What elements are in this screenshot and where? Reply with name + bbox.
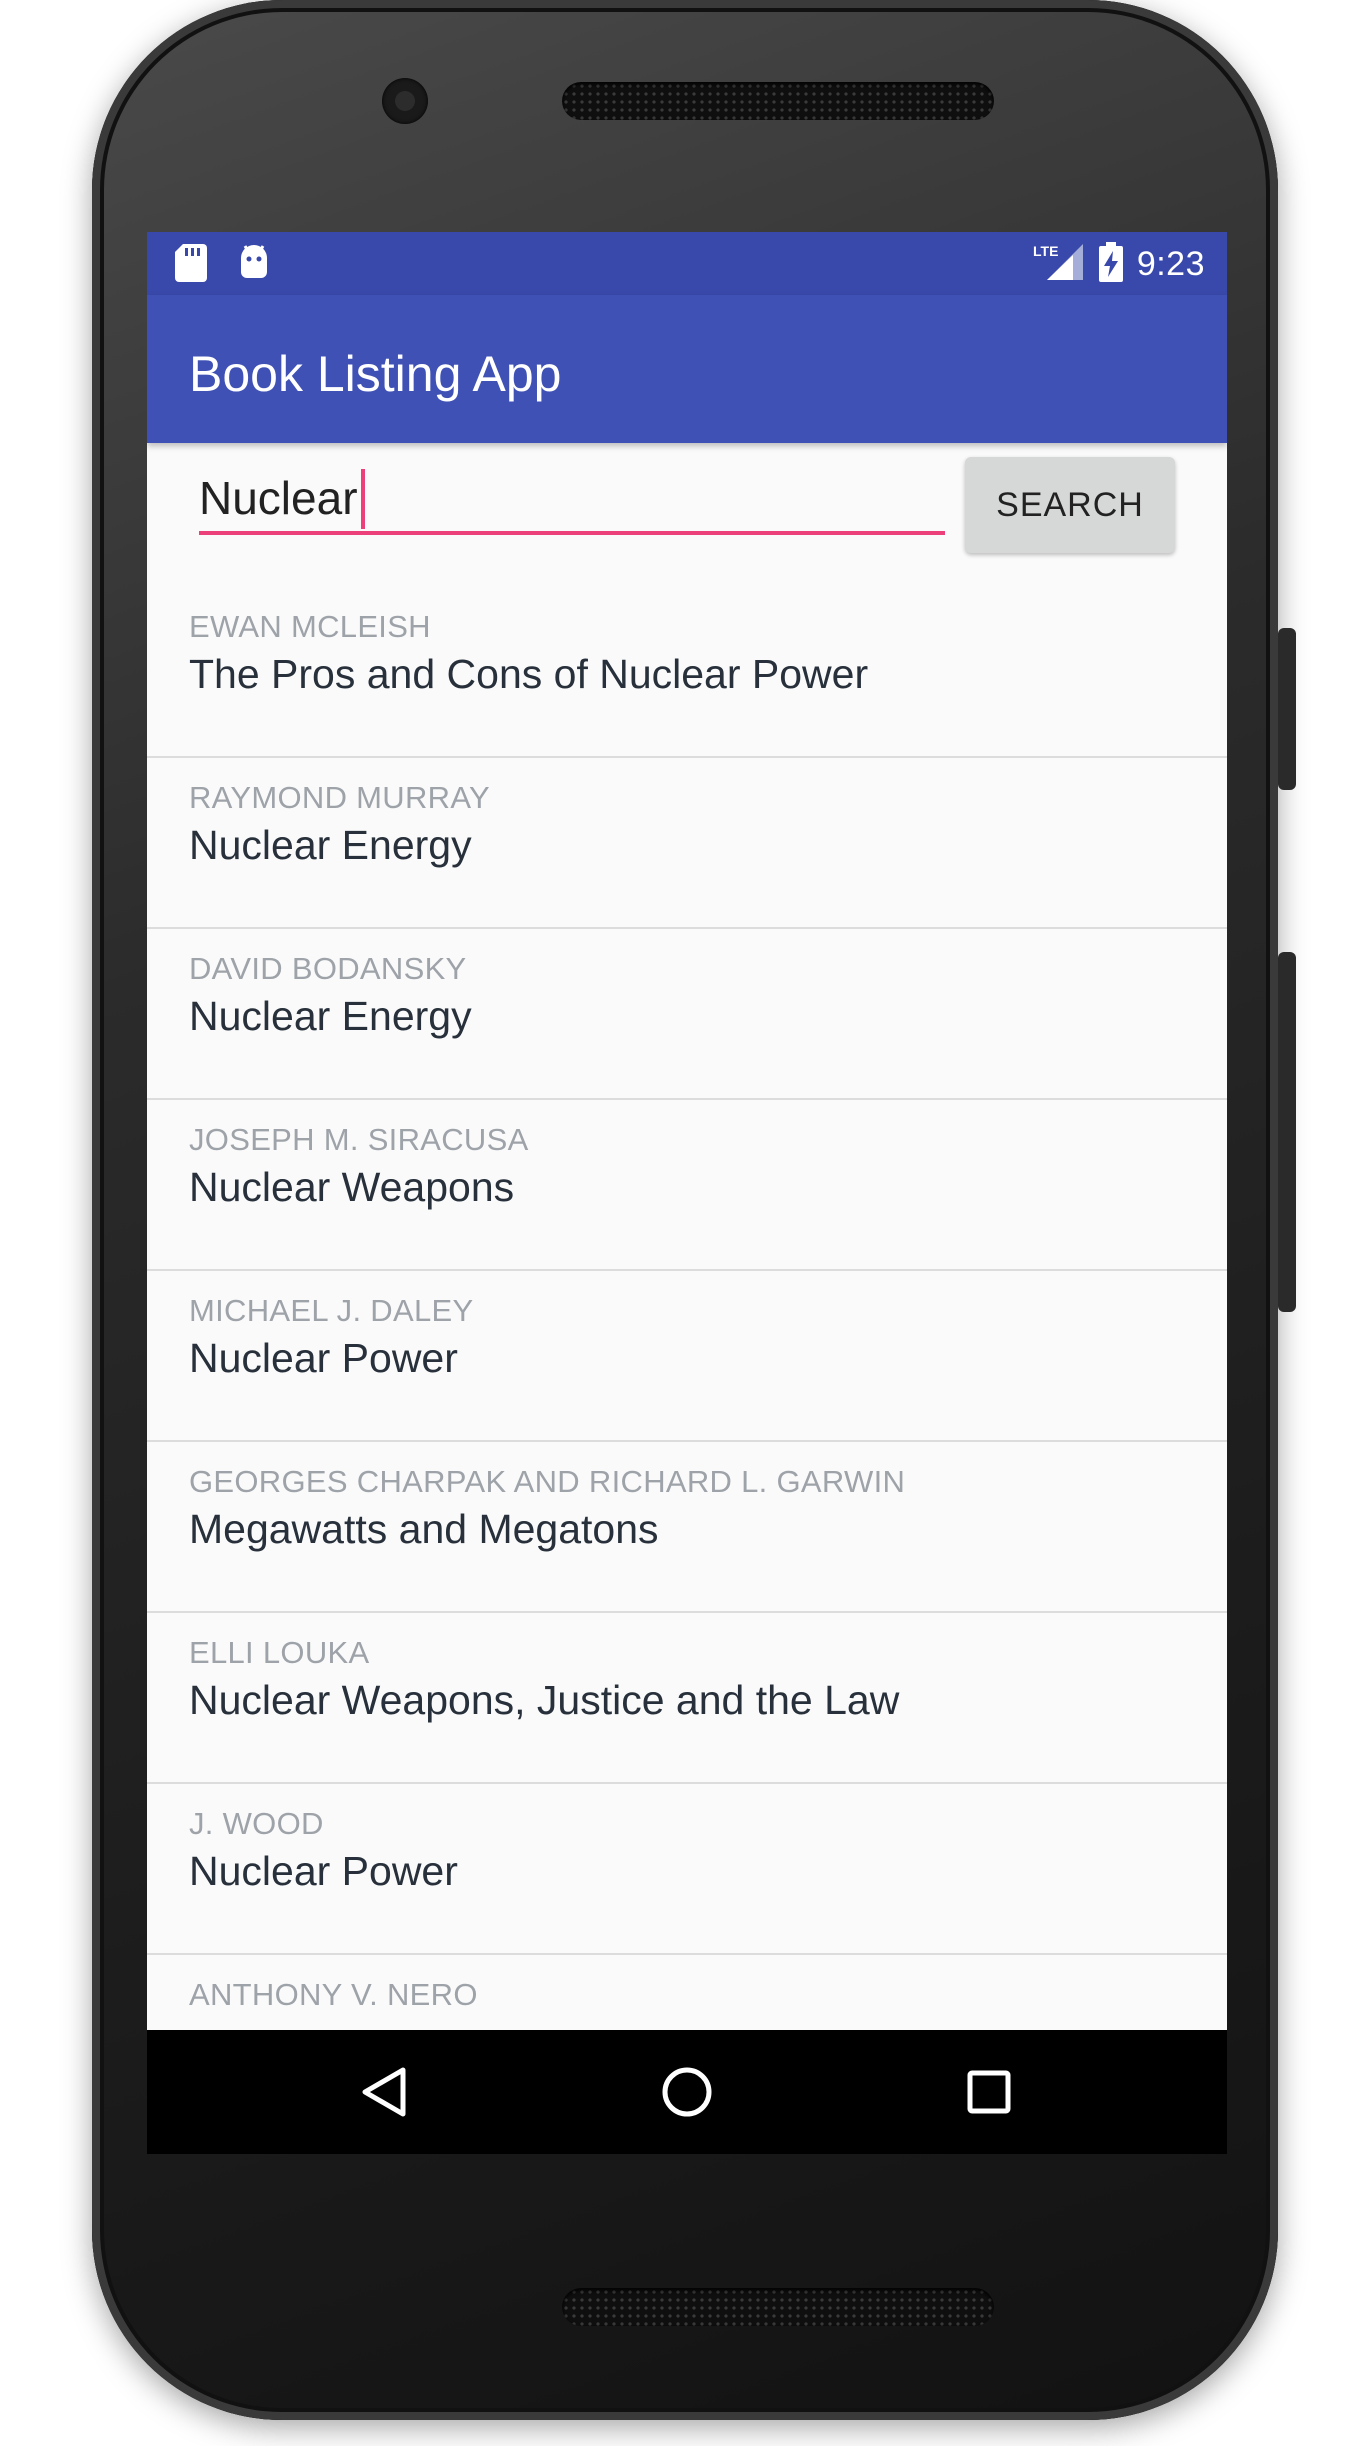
sd-card-icon <box>175 244 207 287</box>
book-list[interactable]: Ewan McLeish The Pros and Cons of Nuclea… <box>147 587 1227 2126</box>
book-author: J. Wood <box>189 1806 324 1841</box>
status-bar: LTE 9:23 <box>147 232 1227 295</box>
battery-charging-icon <box>1098 242 1123 287</box>
book-title: The Pros and Cons of Nuclear Power <box>189 651 869 697</box>
book-author: Michael J. Daley <box>189 1293 474 1328</box>
list-item[interactable]: Ewan McLeish The Pros and Cons of Nuclea… <box>147 587 1227 758</box>
book-author: Joseph M. Siracusa <box>189 1122 529 1157</box>
book-title: Nuclear Power <box>189 1848 458 1894</box>
search-row: SEARCH <box>147 443 1227 573</box>
book-title: Nuclear Power <box>189 1335 458 1381</box>
text-cursor <box>361 469 365 529</box>
navigation-bar <box>147 2030 1227 2154</box>
lte-signal-icon: LTE <box>1033 242 1085 287</box>
book-author: Elli Louka <box>189 1635 370 1670</box>
search-button[interactable]: SEARCH <box>965 457 1175 553</box>
power-button <box>1278 628 1296 790</box>
list-item[interactable]: Raymond Murray Nuclear Energy <box>147 758 1227 929</box>
back-icon <box>362 2067 406 2117</box>
list-item[interactable]: J. Wood Nuclear Power <box>147 1784 1227 1955</box>
bottom-speaker <box>562 2288 994 2326</box>
status-time: 9:23 <box>1136 245 1205 283</box>
recents-button[interactable] <box>957 2060 1021 2124</box>
book-title: Nuclear Weapons <box>189 1164 515 1210</box>
book-author: Raymond Murray <box>189 780 491 815</box>
list-item[interactable]: Michael J. Daley Nuclear Power <box>147 1271 1227 1442</box>
list-item[interactable]: Georges Charpak and Richard L. Garwin Me… <box>147 1442 1227 1613</box>
book-title: Megawatts and Megatons <box>189 1506 659 1552</box>
book-author: Ewan McLeish <box>189 609 431 644</box>
home-icon <box>662 2067 712 2117</box>
back-button[interactable] <box>353 2060 417 2124</box>
network-label: LTE <box>1033 243 1058 259</box>
app-bar: Book Listing App <box>147 295 1227 443</box>
book-author: David Bodansky <box>189 951 467 986</box>
search-input[interactable] <box>199 465 945 535</box>
book-author: Georges Charpak and Richard L. Garwin <box>189 1464 906 1499</box>
recents-icon <box>967 2070 1011 2114</box>
android-debug-icon <box>237 244 271 287</box>
book-author: Anthony V. Nero <box>189 1977 478 2012</box>
book-title: Nuclear Energy <box>189 993 472 1039</box>
list-item[interactable]: Elli Louka Nuclear Weapons, Justice and … <box>147 1613 1227 1784</box>
top-speaker <box>562 82 994 120</box>
home-button[interactable] <box>655 2060 719 2124</box>
book-title: Nuclear Energy <box>189 822 472 868</box>
list-item[interactable]: Joseph M. Siracusa Nuclear Weapons <box>147 1100 1227 1271</box>
list-item[interactable]: David Bodansky Nuclear Energy <box>147 929 1227 1100</box>
volume-button <box>1278 952 1296 1312</box>
book-title: Nuclear Weapons, Justice and the Law <box>189 1677 900 1723</box>
screen: LTE 9:23 Book Listing App SEARCH Ewan Mc… <box>147 232 1227 2154</box>
front-camera <box>382 78 428 124</box>
app-title: Book Listing App <box>189 346 562 402</box>
